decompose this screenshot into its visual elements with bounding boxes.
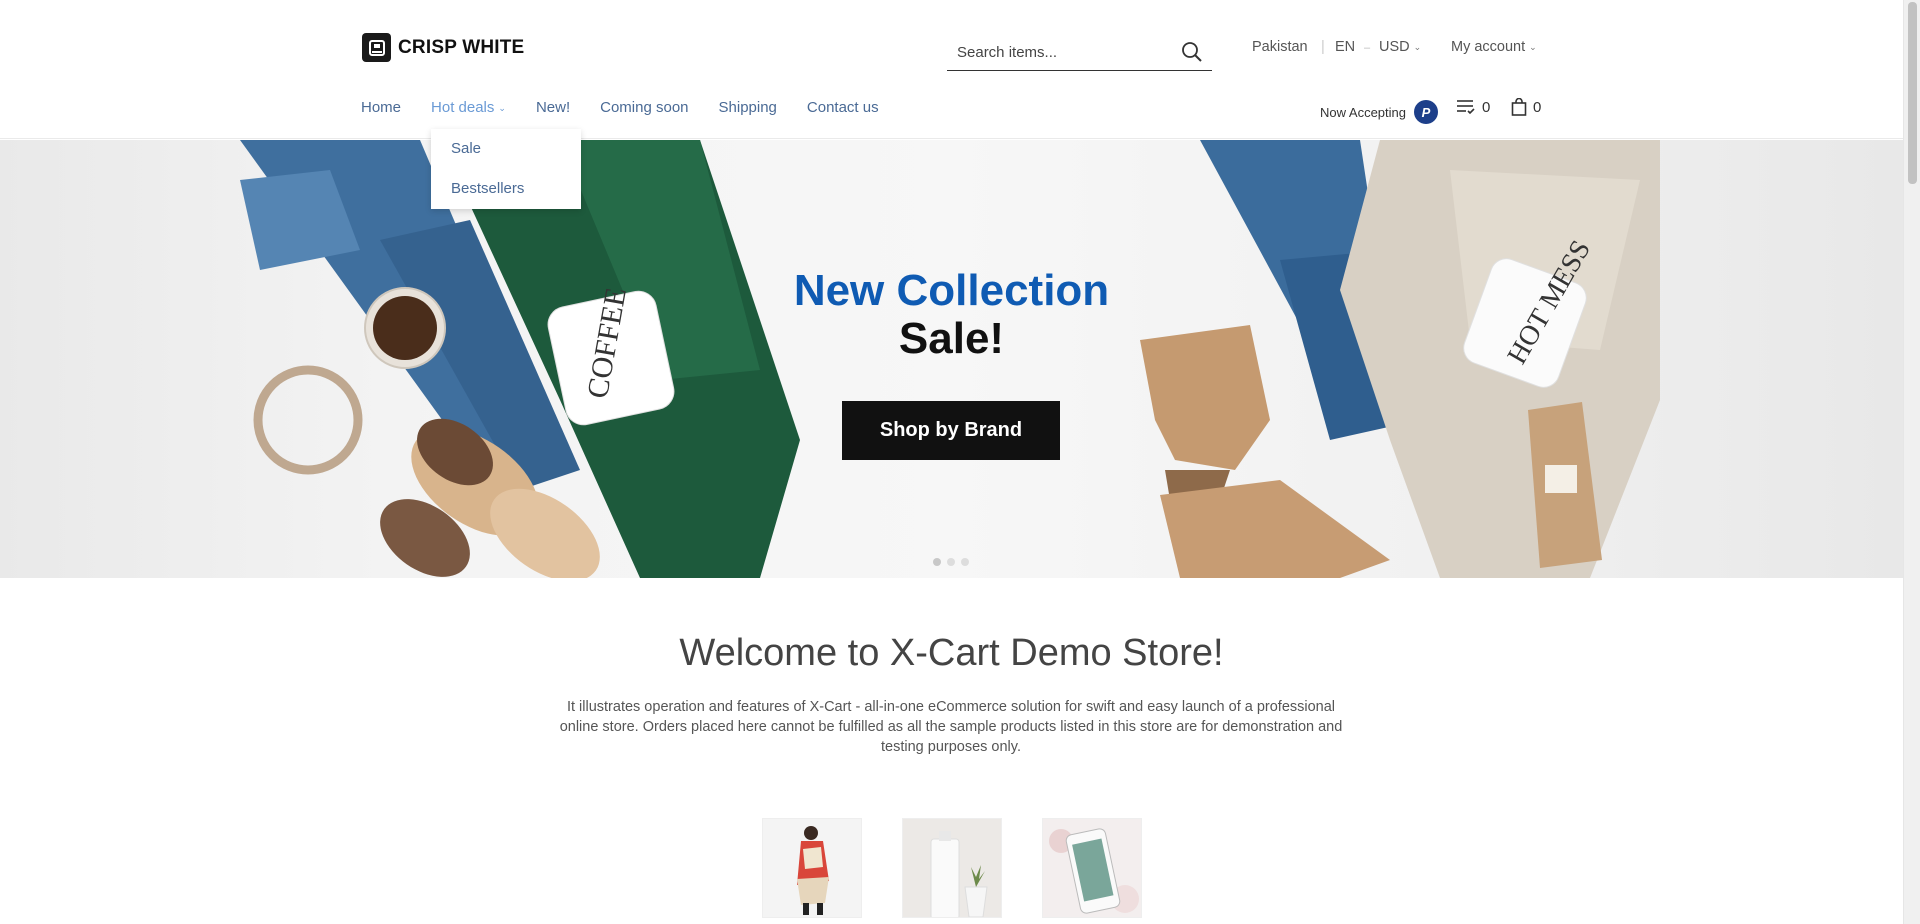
dropdown-item-bestsellers[interactable]: Bestsellers — [431, 179, 581, 219]
accepting-label: Now Accepting — [1320, 104, 1406, 120]
shopping-bag-icon — [1511, 98, 1527, 116]
cosmetic-bottle-image — [903, 819, 1001, 917]
product-thumbnail[interactable] — [762, 818, 862, 918]
nav-item-coming-soon[interactable]: Coming soon — [600, 99, 688, 116]
nav-item-contact-us[interactable]: Contact us — [807, 99, 879, 116]
smartphone-image — [1043, 819, 1141, 917]
search-box — [947, 34, 1212, 71]
compare-count: 0 — [1482, 98, 1491, 116]
slider-dots — [933, 558, 969, 566]
chevron-down-icon: ⌄ — [1529, 41, 1537, 52]
compare-button[interactable]: 0 — [1456, 98, 1490, 116]
store-logo[interactable]: CRISP WHITE — [362, 33, 524, 62]
welcome-text: It illustrates operation and features of… — [559, 699, 1343, 755]
slider-dot[interactable] — [947, 558, 955, 566]
paypal-icon[interactable]: P — [1414, 100, 1438, 124]
nav-item-home[interactable]: Home — [361, 99, 401, 116]
logo-icon — [362, 33, 391, 62]
search-input[interactable] — [947, 42, 1167, 62]
nav-item-new[interactable]: New! — [536, 99, 570, 116]
account-label: My account — [1451, 39, 1526, 55]
product-thumbnail[interactable] — [1042, 818, 1142, 918]
shop-by-brand-button[interactable]: Shop by Brand — [842, 401, 1060, 460]
my-account-menu[interactable]: My account ⌄ — [1451, 39, 1537, 55]
chevron-down-icon: ⌄ — [498, 102, 506, 113]
chevron-down-icon: ⌄ — [1413, 41, 1422, 52]
currency-label: USD — [1379, 39, 1410, 55]
welcome-title: Welcome to X-Cart Demo Store! — [679, 632, 1224, 674]
payment-accepting: Now Accepting P — [1320, 100, 1438, 124]
search-icon[interactable] — [1180, 40, 1204, 64]
slider-dot[interactable] — [933, 558, 941, 566]
divider: | — [1321, 39, 1325, 55]
scrollbar-thumb[interactable] — [1908, 2, 1917, 184]
logo-text: CRISP WHITE — [398, 36, 525, 58]
product-thumbnail[interactable] — [902, 818, 1002, 918]
cart-button[interactable]: 0 — [1511, 98, 1541, 116]
dropdown-item-sale[interactable]: Sale — [431, 139, 581, 179]
fashion-model-image — [763, 819, 861, 917]
slider-dot[interactable] — [961, 558, 969, 566]
featured-thumbnails — [762, 818, 1142, 918]
hero-banner: COFFEE HOT MESS New Collection Sale! Sho… — [0, 140, 1903, 578]
nav-item-hot-deals[interactable]: Hot deals ⌄ — [431, 99, 506, 116]
divider: – — [1364, 42, 1371, 54]
language-selector[interactable]: EN — [1335, 39, 1355, 55]
site-header: CRISP WHITE Pakistan | EN – USD⌄ My acco… — [0, 0, 1903, 139]
nav-item-label: Hot deals — [431, 99, 495, 116]
hot-deals-dropdown: Sale Bestsellers — [431, 129, 581, 209]
hero-title: New Collection — [793, 266, 1110, 315]
compare-list-icon — [1457, 100, 1475, 115]
hero-subtitle: Sale! — [898, 314, 1005, 363]
nav-item-shipping[interactable]: Shipping — [719, 99, 777, 116]
currency-selector[interactable]: USD ⌄ — [1379, 39, 1421, 55]
country-selector[interactable]: Pakistan — [1252, 39, 1308, 55]
main-nav: Home Hot deals ⌄ New! Coming soon Shippin… — [361, 99, 909, 116]
cart-count: 0 — [1533, 98, 1542, 116]
page-scrollbar[interactable] — [1903, 0, 1920, 924]
